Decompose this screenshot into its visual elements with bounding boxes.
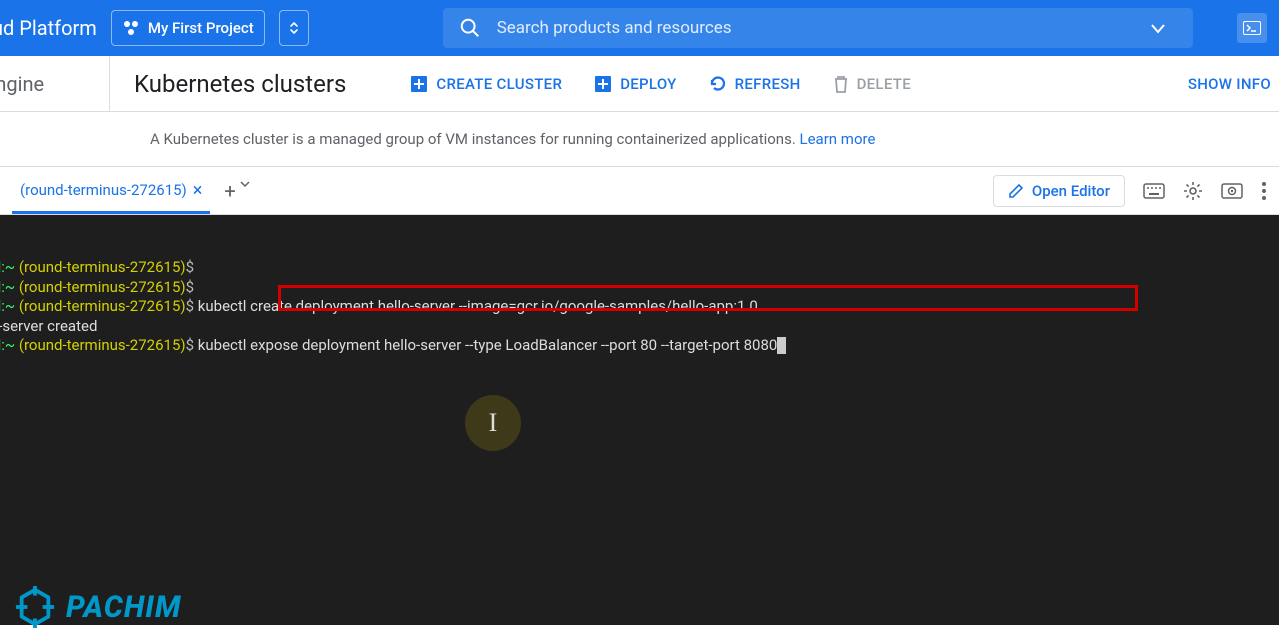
cloud-shell-header: (round-terminus-272615) × + Open Editor — [0, 167, 1279, 215]
close-icon[interactable]: × — [193, 180, 203, 201]
terminal-line: ell:~ (round-terminus-272615)$ — [0, 278, 1279, 298]
terminal-line: ell:~ (round-terminus-272615)$ kubectl e… — [0, 336, 1279, 356]
platform-label: ud Platform — [0, 16, 97, 40]
search-icon — [459, 17, 481, 39]
gear-icon[interactable] — [1183, 181, 1203, 201]
chevron-updown-icon — [287, 19, 301, 37]
search-bar[interactable] — [443, 8, 1193, 48]
shell-toolbar: Open Editor — [993, 175, 1267, 207]
chevron-down-icon — [240, 179, 250, 189]
top-header: ud Platform My First Project — [0, 0, 1279, 56]
trash-icon — [833, 75, 849, 93]
shell-tab-name: (round-terminus-272615) — [20, 181, 187, 199]
cloud-shell-icon[interactable] — [1237, 13, 1267, 43]
project-icon — [122, 19, 140, 37]
description-row: A Kubernetes cluster is a managed group … — [0, 112, 1279, 167]
add-box-icon — [410, 75, 428, 93]
project-dropdown[interactable] — [279, 10, 309, 46]
project-name: My First Project — [148, 19, 254, 37]
keyboard-icon[interactable] — [1143, 183, 1165, 199]
terminal-line: ell:~ (round-terminus-272615)$ — [0, 258, 1279, 278]
refresh-label: REFRESH — [735, 75, 801, 93]
refresh-button[interactable]: REFRESH — [709, 75, 801, 93]
add-box-icon — [594, 75, 612, 93]
deploy-button[interactable]: DEPLOY — [594, 75, 676, 93]
project-selector[interactable]: My First Project — [111, 10, 265, 46]
open-editor-button[interactable]: Open Editor — [993, 175, 1125, 207]
terminal[interactable]: ell:~ (round-terminus-272615)$ ell:~ (ro… — [0, 215, 1279, 625]
watermark: PACHIM — [14, 586, 181, 628]
more-icon[interactable] — [1261, 181, 1267, 201]
web-preview-icon[interactable] — [1221, 183, 1243, 199]
show-info-button[interactable]: SHOW INFO — [1188, 75, 1271, 93]
plus-icon: + — [224, 179, 235, 203]
create-cluster-button[interactable]: CREATE CLUSTER — [410, 75, 562, 93]
search-dropdown-icon[interactable] — [1139, 19, 1177, 38]
new-tab-button[interactable]: + — [224, 179, 249, 203]
learn-more-link[interactable]: Learn more — [800, 130, 876, 148]
create-cluster-label: CREATE CLUSTER — [436, 75, 562, 93]
subheader: Engine Kubernetes clusters CREATE CLUSTE… — [0, 56, 1279, 112]
deploy-label: DEPLOY — [620, 75, 676, 93]
refresh-icon — [709, 75, 727, 93]
terminal-line: lo-server created — [0, 317, 1279, 337]
delete-button[interactable]: DELETE — [833, 75, 911, 93]
description-text: A Kubernetes cluster is a managed group … — [150, 130, 800, 148]
shell-tab[interactable]: (round-terminus-272615) × — [12, 180, 210, 214]
search-input[interactable] — [497, 18, 1123, 38]
watermark-text: PACHIM — [66, 590, 181, 625]
engine-label: Engine — [0, 56, 110, 111]
pencil-icon — [1008, 183, 1024, 199]
delete-label: DELETE — [857, 75, 911, 93]
terminal-line: ell:~ (round-terminus-272615)$ kubectl c… — [0, 297, 1279, 317]
page-title: Kubernetes clusters — [110, 70, 370, 98]
action-row: CREATE CLUSTER DEPLOY REFRESH DELETE — [410, 75, 911, 93]
text-cursor-indicator: I — [465, 395, 521, 451]
watermark-icon — [14, 586, 56, 628]
open-editor-label: Open Editor — [1032, 182, 1110, 200]
